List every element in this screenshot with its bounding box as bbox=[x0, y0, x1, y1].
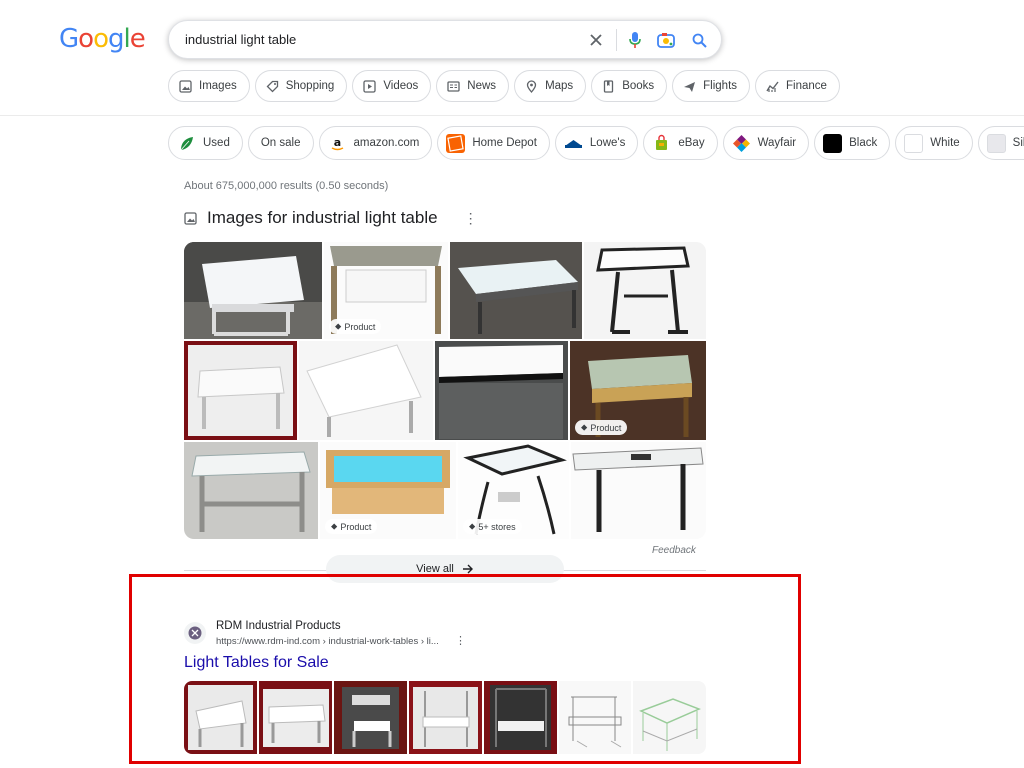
image-icon bbox=[179, 79, 192, 93]
more-options-icon[interactable]: ⋮ bbox=[464, 210, 478, 227]
search-input[interactable]: industrial light table bbox=[185, 32, 296, 47]
image-icon bbox=[184, 211, 197, 225]
tab-label: News bbox=[467, 80, 497, 92]
chip-label: Silver bbox=[1012, 137, 1024, 149]
search-tabs: Images Shopping Videos News Maps Books F… bbox=[168, 70, 840, 102]
microphone-icon[interactable] bbox=[624, 29, 646, 51]
chip-label: On sale bbox=[260, 137, 301, 149]
image-thumbnail[interactable] bbox=[184, 341, 297, 440]
tab-label: Flights bbox=[703, 80, 738, 92]
chip-white[interactable]: White bbox=[895, 126, 973, 160]
image-grid: ⬥ Product ⬥ Product ⬥ Product ⬥ 5+ store… bbox=[184, 242, 706, 539]
amazon-logo-icon: a bbox=[327, 133, 347, 153]
tab-label: Maps bbox=[545, 80, 574, 92]
image-thumbnail[interactable] bbox=[299, 341, 433, 440]
lowes-logo-icon bbox=[564, 139, 582, 148]
book-icon bbox=[604, 79, 614, 93]
chip-wayfair[interactable]: Wayfair bbox=[722, 126, 810, 160]
tab-finance[interactable]: Finance bbox=[755, 70, 840, 102]
feedback-link[interactable]: Feedback bbox=[652, 545, 696, 556]
logo-letter: G bbox=[59, 24, 79, 54]
product-tag: ⬥ Product bbox=[575, 420, 628, 435]
logo-letter: e bbox=[129, 24, 146, 54]
image-thumbnail[interactable] bbox=[450, 242, 582, 339]
tab-label: Shopping bbox=[285, 80, 335, 92]
chip-label: Home Depot bbox=[472, 137, 537, 149]
logo-letter: o bbox=[93, 24, 109, 54]
chip-amazon[interactable]: a amazon.com bbox=[318, 126, 433, 160]
image-thumbnail[interactable] bbox=[584, 242, 706, 339]
logo-letter: o bbox=[78, 24, 94, 54]
svg-text:a: a bbox=[333, 136, 340, 149]
refinement-chips: Used On sale a amazon.com Home Depot Low… bbox=[168, 126, 1024, 160]
tab-shopping[interactable]: Shopping bbox=[254, 70, 348, 102]
chip-lowes[interactable]: Lowe's bbox=[554, 126, 639, 160]
leaf-icon bbox=[180, 136, 193, 150]
color-swatch-white bbox=[904, 133, 924, 153]
highlight-box bbox=[129, 574, 801, 764]
chip-on-sale[interactable]: On sale bbox=[247, 126, 314, 160]
product-tag-label: Product bbox=[340, 521, 372, 532]
tab-label: Finance bbox=[786, 80, 827, 92]
search-icon[interactable] bbox=[688, 29, 710, 51]
image-thumbnail[interactable] bbox=[571, 442, 706, 539]
chip-label: amazon.com bbox=[353, 137, 420, 149]
product-tag-label: Product bbox=[590, 422, 622, 433]
result-stats: About 675,000,000 results (0.50 seconds) bbox=[184, 180, 389, 192]
chip-home-depot[interactable]: Home Depot bbox=[437, 126, 550, 160]
image-thumbnail[interactable]: ⬥ Product bbox=[320, 442, 456, 539]
arrow-right-icon bbox=[462, 564, 473, 574]
search-divider bbox=[616, 29, 617, 51]
home-depot-logo-icon bbox=[446, 133, 466, 153]
image-thumbnail[interactable] bbox=[435, 341, 568, 440]
product-tag-label: Product bbox=[344, 321, 376, 332]
color-swatch-black bbox=[823, 133, 843, 153]
clear-icon[interactable] bbox=[585, 29, 607, 51]
product-tag: ⬥ Product bbox=[325, 519, 378, 534]
chip-label: eBay bbox=[678, 137, 705, 149]
product-tag: ⬥ Product bbox=[329, 319, 382, 334]
tab-label: Books bbox=[622, 80, 655, 92]
pin-icon bbox=[526, 79, 537, 93]
chip-used[interactable]: Used bbox=[168, 126, 243, 160]
finance-icon bbox=[766, 81, 779, 92]
tab-maps[interactable]: Maps bbox=[514, 70, 587, 102]
tab-flights[interactable]: Flights bbox=[672, 70, 751, 102]
images-section-header: Images for industrial light table ⋮ bbox=[184, 208, 478, 228]
search-box[interactable]: industrial light table bbox=[168, 20, 722, 59]
chip-silver[interactable]: Silver bbox=[977, 126, 1024, 160]
ebay-logo-icon bbox=[656, 134, 668, 150]
stores-tag: ⬥ 5+ stores bbox=[463, 519, 522, 534]
chip-label: Lowe's bbox=[589, 137, 626, 149]
play-icon bbox=[363, 79, 376, 93]
wayfair-logo-icon bbox=[732, 134, 750, 152]
images-section-title[interactable]: Images for industrial light table bbox=[207, 208, 438, 228]
image-thumbnail[interactable] bbox=[184, 442, 318, 539]
image-thumbnail[interactable]: ⬥ Product bbox=[324, 242, 448, 339]
chip-ebay[interactable]: eBay bbox=[643, 126, 718, 160]
plane-icon bbox=[684, 81, 696, 92]
header-divider bbox=[0, 115, 1024, 116]
tab-news[interactable]: News bbox=[436, 70, 510, 102]
lens-camera-icon[interactable] bbox=[655, 29, 677, 51]
tab-videos[interactable]: Videos bbox=[352, 70, 432, 102]
chip-black[interactable]: Black bbox=[814, 126, 891, 160]
chip-label: Wayfair bbox=[757, 137, 797, 149]
tab-images[interactable]: Images bbox=[168, 70, 250, 102]
chip-label: Used bbox=[203, 137, 230, 149]
news-icon bbox=[447, 80, 460, 92]
tab-label: Videos bbox=[383, 80, 419, 92]
tab-label: Images bbox=[199, 80, 237, 92]
tab-books[interactable]: Books bbox=[591, 70, 668, 102]
chip-label: White bbox=[930, 137, 960, 149]
image-thumbnail[interactable] bbox=[184, 242, 322, 339]
google-logo[interactable]: Google bbox=[59, 24, 146, 54]
tag-icon bbox=[266, 80, 278, 92]
color-swatch-silver bbox=[986, 133, 1006, 153]
logo-letter: g bbox=[108, 24, 124, 54]
image-thumbnail[interactable]: ⬥ 5+ stores bbox=[458, 442, 569, 539]
stores-tag-label: 5+ stores bbox=[478, 521, 516, 532]
image-thumbnail[interactable]: ⬥ Product bbox=[570, 341, 706, 440]
chip-label: Black bbox=[849, 137, 878, 149]
